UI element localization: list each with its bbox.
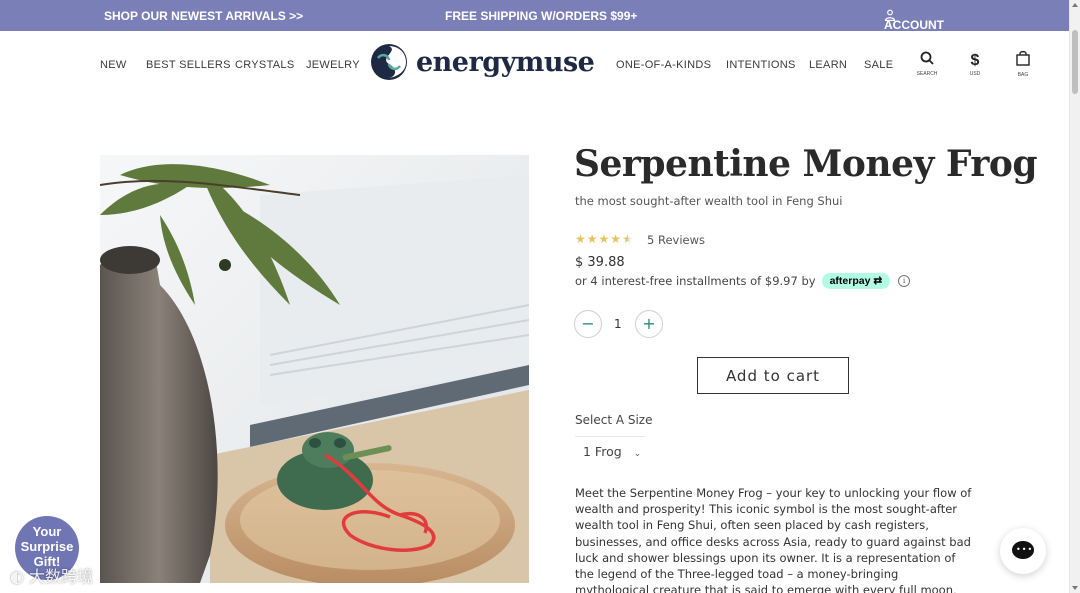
minus-icon: − — [581, 314, 595, 333]
star-full-icon: ★ — [598, 232, 611, 246]
currency-icon: $ — [970, 52, 980, 69]
search-button[interactable]: SEARCH — [912, 50, 942, 77]
afterpay-arrows-icon: ⇄ — [870, 275, 883, 287]
search-caption: SEARCH — [916, 71, 938, 77]
product-title: Serpentine Money Frog — [574, 143, 1038, 185]
page-scrollbar[interactable] — [1069, 0, 1080, 593]
nav-item-best-sellers[interactable]: BEST SELLERS — [146, 59, 231, 71]
chat-dots-icon: ••• — [1016, 545, 1034, 554]
reviews-link[interactable]: 5 Reviews — [647, 233, 705, 247]
size-select[interactable]: 1 Frog ⌄ — [575, 436, 645, 466]
nav-item-learn[interactable]: LEARN — [809, 59, 847, 71]
nav-item-new[interactable]: NEW — [100, 59, 127, 71]
promo-new-arrivals-link[interactable]: SHOP OUR NEWEST ARRIVALS >> — [104, 9, 303, 23]
account-link[interactable]: ACCOUNT — [884, 9, 944, 32]
logo-text: energymuse — [416, 46, 595, 78]
star-full-icon: ★ — [575, 232, 587, 246]
star-half-icon: ★ — [622, 232, 634, 246]
afterpay-label: afterpay — [829, 275, 871, 287]
watermark: ◐ 大数跨境 — [10, 563, 93, 587]
bag-button[interactable]: BAG — [1008, 50, 1038, 78]
quantity-increase-button[interactable]: + — [635, 310, 663, 338]
scrollbar-thumb[interactable] — [1072, 30, 1078, 94]
nav-item-crystals[interactable]: CRYSTALS — [235, 59, 294, 71]
bag-icon — [1016, 50, 1030, 66]
product-price: $ 39.88 — [575, 255, 625, 270]
surprise-line-1: Your — [32, 524, 62, 539]
logo[interactable]: energymuse — [370, 43, 595, 81]
account-label: ACCOUNT — [884, 18, 944, 32]
plus-icon: + — [642, 314, 656, 333]
nav-item-intentions[interactable]: INTENTIONS — [726, 59, 796, 71]
star-full-icon: ★ — [586, 232, 599, 246]
bag-caption: BAG — [1017, 72, 1029, 78]
star-rating[interactable]: ★★★★★ — [575, 232, 634, 246]
installments-text: or 4 interest-free installments of $9.97… — [575, 274, 816, 288]
scroll-up-icon[interactable] — [1072, 3, 1078, 7]
chat-button[interactable]: ••• — [1000, 528, 1046, 574]
product-image[interactable] — [100, 155, 529, 583]
watermark-logo-icon: ◐ — [10, 567, 30, 586]
logo-mark-icon — [371, 44, 407, 80]
product-photo-illustration — [100, 155, 529, 583]
scroll-down-icon[interactable] — [1072, 586, 1078, 590]
star-full-icon: ★ — [610, 232, 623, 246]
nav-item-one-of-a-kinds[interactable]: ONE-OF-A-KINDS — [616, 59, 711, 71]
size-label: Select A Size — [575, 413, 653, 427]
main-nav: NEW BEST SELLERS CRYSTALS JEWELRY energy… — [0, 31, 1069, 101]
nav-item-sale[interactable]: SALE — [864, 59, 893, 71]
product-description: Meet the Serpentine Money Frog – your ke… — [575, 486, 972, 593]
size-value: 1 Frog — [583, 444, 622, 459]
product-subtitle: the most sought-after wealth tool in Fen… — [575, 194, 843, 208]
promo-bar: SHOP OUR NEWEST ARRIVALS >> FREE SHIPPIN… — [0, 0, 1069, 32]
quantity-decrease-button[interactable]: − — [574, 310, 602, 338]
info-icon[interactable]: i — [898, 275, 911, 287]
nav-item-jewelry[interactable]: JEWELRY — [306, 59, 360, 71]
add-to-cart-button[interactable]: Add to cart — [697, 357, 849, 394]
quantity-value[interactable]: 1 — [614, 317, 622, 331]
chevron-down-icon: ⌄ — [633, 449, 642, 459]
search-icon — [920, 51, 934, 65]
currency-button[interactable]: $ USD — [960, 50, 990, 78]
watermark-text: 大数跨境 — [29, 567, 94, 586]
currency-caption: USD — [969, 71, 981, 77]
surprise-line-2: Surprise — [20, 539, 74, 554]
promo-free-shipping: FREE SHIPPING W/ORDERS $99+ — [445, 9, 638, 23]
afterpay-badge[interactable]: afterpay ⇄ — [821, 273, 891, 289]
installments-row: or 4 interest-free installments of $9.97… — [575, 273, 911, 289]
